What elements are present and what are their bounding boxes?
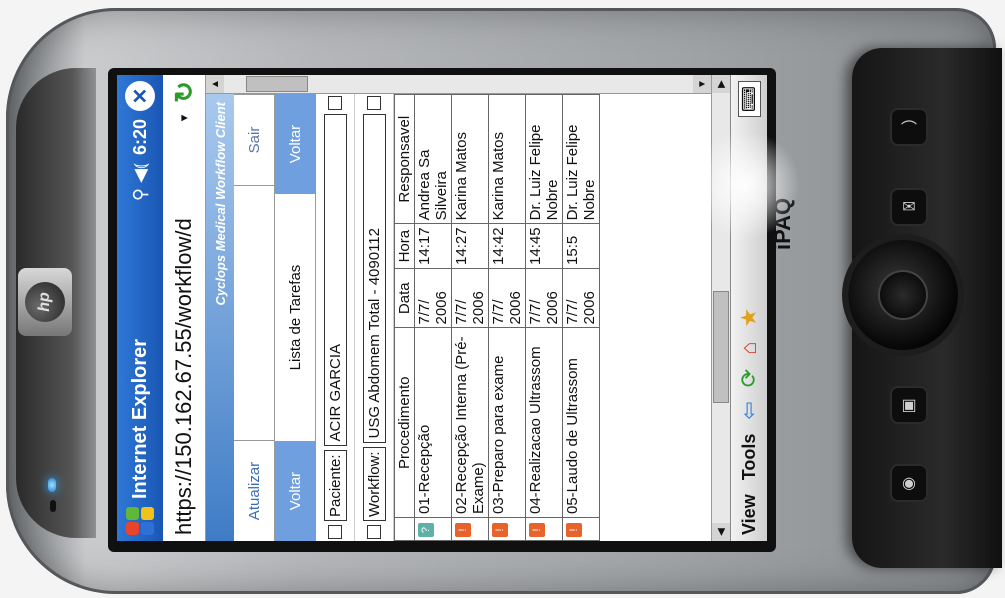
power-led-icon — [48, 478, 56, 492]
time-cell: 14:45 — [525, 223, 563, 269]
screen-glare — [690, 130, 800, 240]
workflow-checkbox-right[interactable] — [367, 96, 381, 110]
status-cell: ! — [488, 517, 526, 541]
home-icon[interactable]: ⌂ — [736, 341, 762, 354]
hardware-button-inbox[interactable]: ✉ — [892, 190, 926, 224]
refresh-icon[interactable]: ⟳ — [736, 369, 762, 387]
procedure-cell: 02-Recepção Interna (Pré-Exame) — [451, 328, 489, 518]
signal-volume-icon[interactable]: ⚲ ◀⦅ — [130, 163, 151, 201]
back-button-right[interactable]: Voltar — [275, 94, 315, 194]
navigation-pad[interactable] — [848, 240, 958, 350]
status-icon: ! — [492, 523, 508, 537]
clock[interactable]: 6:20 — [130, 119, 151, 155]
procedure-cell: 03-Preparo para exame — [488, 328, 526, 518]
light-sensor — [50, 500, 56, 512]
time-cell: 14:27 — [451, 223, 489, 269]
status-cell: ! — [525, 517, 563, 541]
responsible-cell: Dr. Luiz Felipe Nobre — [525, 94, 563, 224]
app-banner: Cyclops Medical Workflow Client — [206, 94, 234, 541]
back-arrow-icon[interactable]: ⇦ — [736, 401, 762, 419]
chevron-down-icon[interactable]: ▾ — [176, 109, 192, 127]
column-header: Responsavel — [394, 94, 415, 224]
responsible-cell: Karina Matos — [488, 94, 526, 224]
workflow-label: Workflow: — [362, 447, 386, 521]
table-header-row: Procedimento Data Hora Responsavel — [394, 94, 415, 541]
tools-menu[interactable]: Tools — [739, 434, 760, 481]
hardware-button-calendar[interactable]: ◉ — [892, 466, 926, 500]
close-button[interactable]: ✕ — [125, 81, 155, 111]
status-header — [394, 517, 415, 541]
date-cell: 7/7/ 2006 — [488, 268, 526, 328]
keyboard-icon[interactable]: ⌨ — [737, 81, 761, 117]
vertical-scroll-thumb[interactable] — [246, 76, 308, 92]
status-cell: ! — [562, 517, 600, 541]
back-button-left[interactable]: Voltar — [275, 441, 315, 541]
status-cell: ! — [451, 517, 489, 541]
patient-label: Paciente: — [323, 450, 347, 521]
exit-link[interactable]: Sair — [234, 94, 274, 185]
table-row[interactable]: ! 04-Realizacao Ultrassom 7/7/ 2006 14:45 Dr… — [525, 94, 563, 541]
refresh-link[interactable]: Atualizar — [234, 440, 274, 541]
procedure-cell: 04-Realizacao Ultrassom — [525, 328, 563, 518]
task-list-title: Lista de Tarefas — [286, 264, 304, 371]
table-row[interactable]: ! 03-Preparo para exame 7/7/ 2006 14:42 Kari… — [488, 94, 526, 541]
browser-content: Cyclops Medical Workflow Client Atualiza… — [206, 75, 711, 541]
patient-checkbox-right[interactable] — [328, 96, 342, 110]
date-cell: 7/7/ 2006 — [562, 268, 600, 328]
time-cell: 15:5 — [562, 223, 600, 269]
url-input[interactable] — [166, 131, 202, 537]
address-bar: ▾ ↻ — [163, 75, 206, 541]
table-row[interactable]: ? 01-Recepção 7/7/ 2006 14:17 Andrea Sa Silv… — [414, 94, 452, 541]
task-table: Procedimento Data Hora Responsavel ? 01-R… — [394, 94, 600, 541]
table-row[interactable]: ! 05-Laudo de Ultrassom 7/7/ 2006 15:5 Dr. L… — [562, 94, 600, 541]
procedure-cell: 05-Laudo de Ultrassom — [562, 328, 600, 518]
table-row[interactable]: ! 02-Recepção Interna (Pré-Exame) 7/7/ 200… — [451, 94, 489, 541]
date-cell: 7/7/ 2006 — [451, 268, 489, 328]
time-cell: 14:17 — [414, 223, 452, 269]
status-icon: ? — [418, 523, 434, 537]
column-header: Data — [394, 268, 415, 328]
workflow-value: USG Abdomem Total - 4090112 — [362, 114, 386, 444]
scroll-right-icon[interactable]: ▶ — [712, 75, 730, 93]
responsible-cell: Karina Matos — [451, 94, 489, 224]
vertical-scrollbar[interactable]: ▲ ▼ — [206, 75, 711, 94]
status-cell: ? — [414, 517, 452, 541]
scroll-up-icon[interactable]: ▲ — [206, 75, 224, 93]
hardware-button-contacts[interactable]: ▣ — [892, 388, 926, 422]
favorites-icon[interactable]: ★ — [736, 308, 762, 328]
horizontal-scroll-thumb[interactable] — [713, 291, 729, 403]
column-header: Procedimento — [394, 328, 415, 518]
hardware-button-home[interactable]: ⌒ — [892, 110, 926, 144]
responsible-cell: Dr. Luiz Felipe Nobre — [562, 94, 600, 224]
status-icon: ! — [566, 523, 582, 537]
procedure-cell: 01-Recepção — [414, 328, 452, 518]
go-icon[interactable]: ↻ — [167, 75, 201, 109]
status-icon: ! — [529, 523, 545, 537]
patient-checkbox[interactable] — [328, 525, 342, 539]
workflow-row: Workflow: USG Abdomem Total - 4090112 — [355, 94, 394, 541]
status-icon: ! — [455, 523, 471, 537]
patient-value: ACIR GARCIA — [323, 114, 347, 447]
scroll-left-icon[interactable]: ◀ — [712, 523, 730, 541]
pocket-pc-screen: Internet Explorer ⚲ ◀⦅ 6:20 ✕ ▾ ↻ Cyclop… — [117, 75, 767, 541]
date-cell: 7/7/ 2006 — [414, 268, 452, 328]
nav-row: Voltar Lista de Tarefas Voltar — [275, 94, 316, 541]
hp-logo: hp — [18, 268, 72, 336]
action-row: Atualizar Sair — [234, 94, 275, 541]
scroll-down-icon[interactable]: ▼ — [693, 75, 711, 93]
date-cell: 7/7/ 2006 — [525, 268, 563, 328]
spacer — [234, 185, 274, 440]
time-cell: 14:42 — [488, 223, 526, 269]
windows-start-icon[interactable] — [126, 507, 154, 535]
workflow-checkbox[interactable] — [367, 525, 381, 539]
web-page: Cyclops Medical Workflow Client Atualiza… — [206, 94, 711, 541]
title-bar: Internet Explorer ⚲ ◀⦅ 6:20 ✕ — [117, 75, 163, 541]
column-header: Hora — [394, 223, 415, 269]
view-menu[interactable]: View — [739, 494, 760, 535]
responsible-cell: Andrea Sa Silveira — [414, 94, 452, 224]
app-title: Internet Explorer — [128, 338, 151, 499]
patient-row: Paciente: ACIR GARCIA — [316, 94, 355, 541]
